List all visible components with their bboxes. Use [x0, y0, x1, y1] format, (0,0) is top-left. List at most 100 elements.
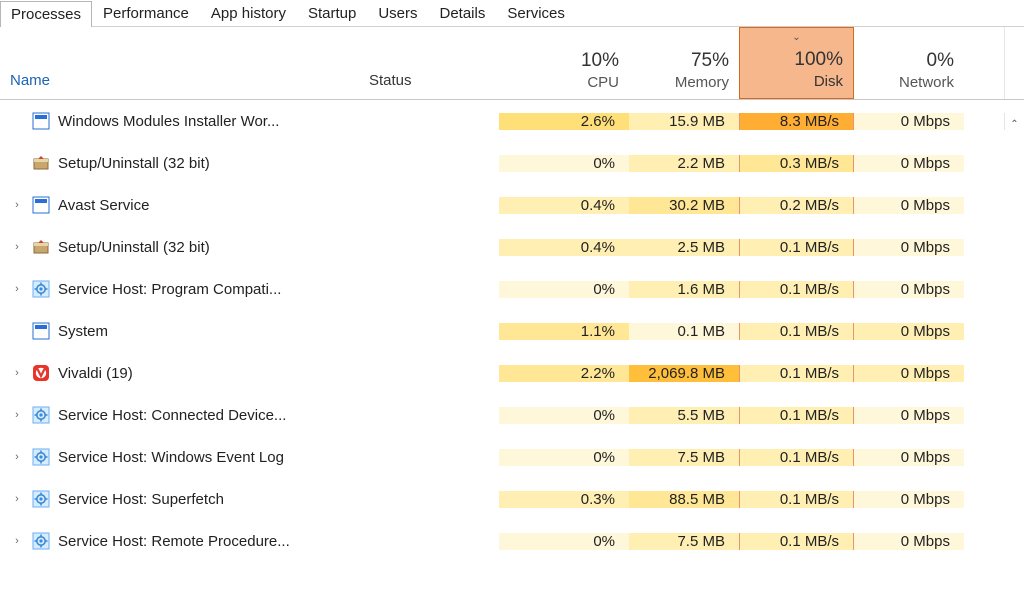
- process-disk: 0.1 MB/s: [739, 323, 854, 340]
- process-disk: 0.1 MB/s: [739, 239, 854, 256]
- expand-chevron-icon[interactable]: ›: [10, 451, 24, 463]
- process-row[interactable]: ›Service Host: Connected Device...0%5.5 …: [0, 394, 1024, 436]
- column-header-cpu[interactable]: 10% CPU: [499, 27, 629, 99]
- process-cpu: 0.4%: [499, 197, 629, 214]
- process-row[interactable]: ›Service Host: Remote Procedure...0%7.5 …: [0, 520, 1024, 562]
- process-name: Service Host: Program Compati...: [58, 281, 281, 298]
- process-network: 0 Mbps: [854, 197, 964, 214]
- vivaldi-icon: [32, 364, 50, 382]
- column-header-network[interactable]: 0% Network: [854, 27, 964, 99]
- process-name: Setup/Uninstall (32 bit): [58, 239, 210, 256]
- process-cpu: 2.6%: [499, 113, 629, 130]
- column-header-name[interactable]: Name: [0, 27, 359, 99]
- process-name-cell: › Vivaldi (19): [0, 364, 359, 382]
- process-row[interactable]: Windows Modules Installer Wor...2.6%15.9…: [0, 100, 1024, 142]
- app-icon: [32, 322, 50, 340]
- network-percent: 0%: [864, 50, 954, 72]
- disk-percent: 100%: [750, 49, 843, 71]
- column-header-memory[interactable]: 75% Memory: [629, 27, 739, 99]
- tab-bar: ProcessesPerformanceApp historyStartupUs…: [0, 0, 1024, 27]
- process-cpu: 0%: [499, 407, 629, 424]
- process-disk: 0.1 MB/s: [739, 281, 854, 298]
- process-cpu: 0%: [499, 449, 629, 466]
- process-network: 0 Mbps: [854, 113, 964, 130]
- memory-percent: 75%: [639, 50, 729, 72]
- process-name-cell: System: [0, 322, 359, 340]
- expand-chevron-icon[interactable]: ›: [10, 409, 24, 421]
- process-memory: 1.6 MB: [629, 281, 739, 298]
- process-network: 0 Mbps: [854, 323, 964, 340]
- cpu-label: CPU: [509, 74, 619, 91]
- process-row[interactable]: ›Vivaldi (19)2.2%2,069.8 MB0.1 MB/s0 Mbp…: [0, 352, 1024, 394]
- process-disk: 0.2 MB/s: [739, 197, 854, 214]
- process-disk: 8.3 MB/s: [739, 113, 854, 130]
- process-memory: 15.9 MB: [629, 113, 739, 130]
- process-cpu: 0%: [499, 155, 629, 172]
- process-network: 0 Mbps: [854, 155, 964, 172]
- process-memory: 7.5 MB: [629, 449, 739, 466]
- process-name-cell: › Service Host: Program Compati...: [0, 280, 359, 298]
- column-header-status[interactable]: Status: [359, 27, 499, 99]
- service-icon: [32, 280, 50, 298]
- process-list: Windows Modules Installer Wor...2.6%15.9…: [0, 100, 1024, 612]
- process-name-cell: Setup/Uninstall (32 bit): [0, 154, 359, 172]
- process-cpu: 0%: [499, 281, 629, 298]
- process-row[interactable]: System1.1%0.1 MB0.1 MB/s0 Mbps: [0, 310, 1024, 352]
- process-name: Vivaldi (19): [58, 365, 133, 382]
- process-memory: 2.2 MB: [629, 155, 739, 172]
- tab-processes[interactable]: Processes: [0, 1, 92, 27]
- process-name-cell: › Service Host: Superfetch: [0, 490, 359, 508]
- scrollbar-track[interactable]: ⌃: [1004, 113, 1024, 130]
- process-row[interactable]: ›Setup/Uninstall (32 bit)0.4%2.5 MB0.1 M…: [0, 226, 1024, 268]
- process-memory: 88.5 MB: [629, 491, 739, 508]
- service-icon: [32, 490, 50, 508]
- process-name-cell: ›Service Host: Windows Event Log: [0, 448, 359, 466]
- column-headers: Name Status 10% CPU 75% Memory ⌄ 100% Di…: [0, 27, 1024, 100]
- process-disk: 0.3 MB/s: [739, 155, 854, 172]
- scroll-up-icon[interactable]: ⌃: [1010, 113, 1018, 130]
- process-network: 0 Mbps: [854, 449, 964, 466]
- memory-label: Memory: [639, 74, 729, 91]
- process-name-cell: ›Service Host: Remote Procedure...: [0, 532, 359, 550]
- tab-startup[interactable]: Startup: [297, 0, 367, 26]
- process-row[interactable]: Setup/Uninstall (32 bit) 0%2.2 MB0.3 MB/s…: [0, 142, 1024, 184]
- service-icon: [32, 448, 50, 466]
- tab-app-history[interactable]: App history: [200, 0, 297, 26]
- network-label: Network: [864, 74, 954, 91]
- process-network: 0 Mbps: [854, 491, 964, 508]
- install-icon: [32, 238, 50, 256]
- process-row[interactable]: ›Service Host: Superfetch0.3%88.5 MB0.1 …: [0, 478, 1024, 520]
- tab-services[interactable]: Services: [496, 0, 576, 26]
- process-network: 0 Mbps: [854, 281, 964, 298]
- process-cpu: 2.2%: [499, 365, 629, 382]
- sort-chevron-icon: ⌄: [792, 32, 800, 43]
- expand-chevron-icon[interactable]: ›: [10, 199, 24, 211]
- expand-chevron-icon[interactable]: ›: [10, 535, 24, 547]
- process-cpu: 0%: [499, 533, 629, 550]
- task-manager-window: { "tabs": { "items": ["Processes","Perfo…: [0, 0, 1024, 612]
- process-cpu: 0.4%: [499, 239, 629, 256]
- process-network: 0 Mbps: [854, 365, 964, 382]
- process-memory: 30.2 MB: [629, 197, 739, 214]
- process-cpu: 0.3%: [499, 491, 629, 508]
- tab-users[interactable]: Users: [367, 0, 428, 26]
- expand-chevron-icon[interactable]: ›: [10, 241, 24, 253]
- process-row[interactable]: ›Service Host: Windows Event Log 0%7.5 MB…: [0, 436, 1024, 478]
- column-header-disk[interactable]: ⌄ 100% Disk: [739, 27, 854, 99]
- process-name: Avast Service: [58, 197, 149, 214]
- process-cpu: 1.1%: [499, 323, 629, 340]
- service-icon: [32, 532, 50, 550]
- process-network: 0 Mbps: [854, 407, 964, 424]
- expand-chevron-icon[interactable]: ›: [10, 367, 24, 379]
- process-memory: 2,069.8 MB: [629, 365, 739, 382]
- expand-chevron-icon[interactable]: ›: [10, 493, 24, 505]
- tab-performance[interactable]: Performance: [92, 0, 200, 26]
- process-name: Service Host: Superfetch: [58, 491, 224, 508]
- process-disk: 0.1 MB/s: [739, 449, 854, 466]
- process-memory: 5.5 MB: [629, 407, 739, 424]
- process-row[interactable]: › Avast Service 0.4%30.2 MB0.2 MB/s0 Mbps: [0, 184, 1024, 226]
- expand-chevron-icon[interactable]: ›: [10, 283, 24, 295]
- process-row[interactable]: › Service Host: Program Compati... 0%1.6 M…: [0, 268, 1024, 310]
- app-icon: [32, 112, 50, 130]
- tab-details[interactable]: Details: [429, 0, 497, 26]
